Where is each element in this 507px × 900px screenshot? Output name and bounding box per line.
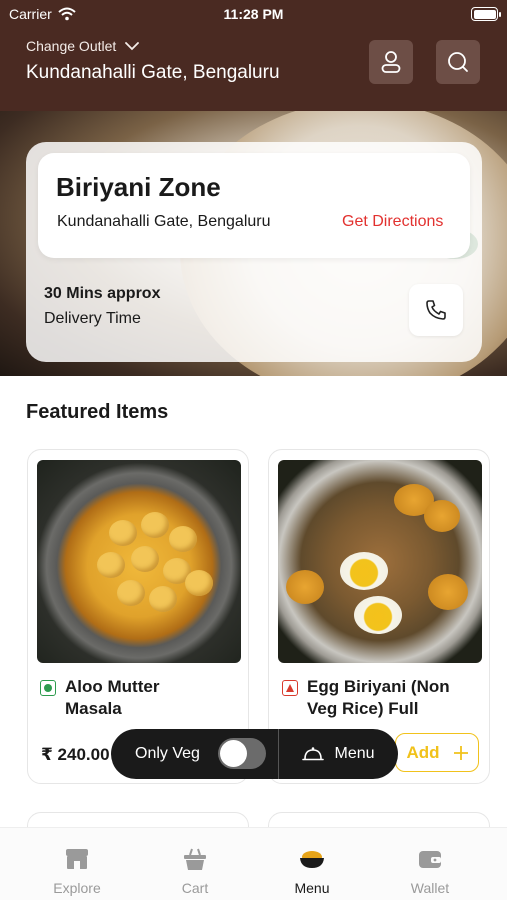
only-veg-label: Only Veg	[135, 745, 200, 762]
aloo-mutter-masala-image	[37, 460, 241, 663]
tab-label: Explore	[53, 880, 101, 896]
status-bar: Carrier 11:28 PM	[0, 0, 507, 28]
tab-label: Cart	[181, 880, 209, 896]
cloche-icon	[302, 747, 325, 761]
chevron-down-icon	[125, 42, 140, 51]
outlet-location: Kundanahalli Gate, Bengaluru	[26, 62, 280, 83]
status-time: 11:28 PM	[223, 6, 284, 22]
restaurant-location: Kundanahalli Gate, Bengaluru	[57, 213, 271, 230]
change-outlet-button[interactable]: Change Outlet	[26, 38, 140, 54]
restaurant-name-panel	[38, 153, 470, 258]
wallet-icon	[419, 851, 441, 868]
bowl-icon	[300, 851, 324, 868]
veg-icon	[40, 680, 56, 696]
phone-icon	[426, 300, 446, 320]
tab-cart[interactable]: Cart	[145, 828, 245, 900]
call-button[interactable]	[409, 284, 463, 336]
only-veg-toggle[interactable]	[218, 738, 266, 769]
battery-icon	[471, 7, 501, 21]
search-button[interactable]	[436, 40, 480, 84]
tab-explore[interactable]: Explore	[27, 828, 127, 900]
restaurant-name: Biriyani Zone	[56, 172, 221, 202]
item-price: ₹ 240.00	[41, 745, 110, 764]
bottom-tab-bar: Explore Cart Menu Wallet	[0, 827, 507, 900]
get-directions-link[interactable]: Get Directions	[342, 213, 443, 231]
delivery-time-label: Delivery Time	[44, 310, 141, 327]
tab-label: Wallet	[410, 880, 450, 896]
delivery-eta: 30 Mins approx	[44, 285, 161, 302]
user-icon	[381, 51, 401, 73]
change-outlet-label: Change Outlet	[26, 38, 117, 54]
basket-icon	[184, 848, 206, 870]
tab-menu[interactable]: Menu	[262, 828, 362, 900]
search-icon	[448, 52, 468, 72]
store-icon	[66, 849, 88, 869]
item-name: Egg Biriyani (Non Veg Rice) Full	[307, 677, 450, 718]
profile-button[interactable]	[369, 40, 413, 84]
add-to-cart-button[interactable]: Add	[395, 733, 479, 772]
plus-icon	[453, 745, 468, 760]
item-name: Aloo Mutter Masala	[65, 677, 160, 718]
egg-biriyani-image	[278, 460, 482, 663]
featured-items-title: Featured Items	[26, 401, 169, 423]
non-veg-icon	[282, 680, 298, 696]
tab-wallet[interactable]: Wallet	[380, 828, 480, 900]
menu-label: Menu	[334, 745, 375, 762]
menu-button[interactable]: Menu	[279, 729, 398, 779]
tab-label: Menu	[294, 880, 330, 896]
add-label: Add	[406, 742, 440, 762]
